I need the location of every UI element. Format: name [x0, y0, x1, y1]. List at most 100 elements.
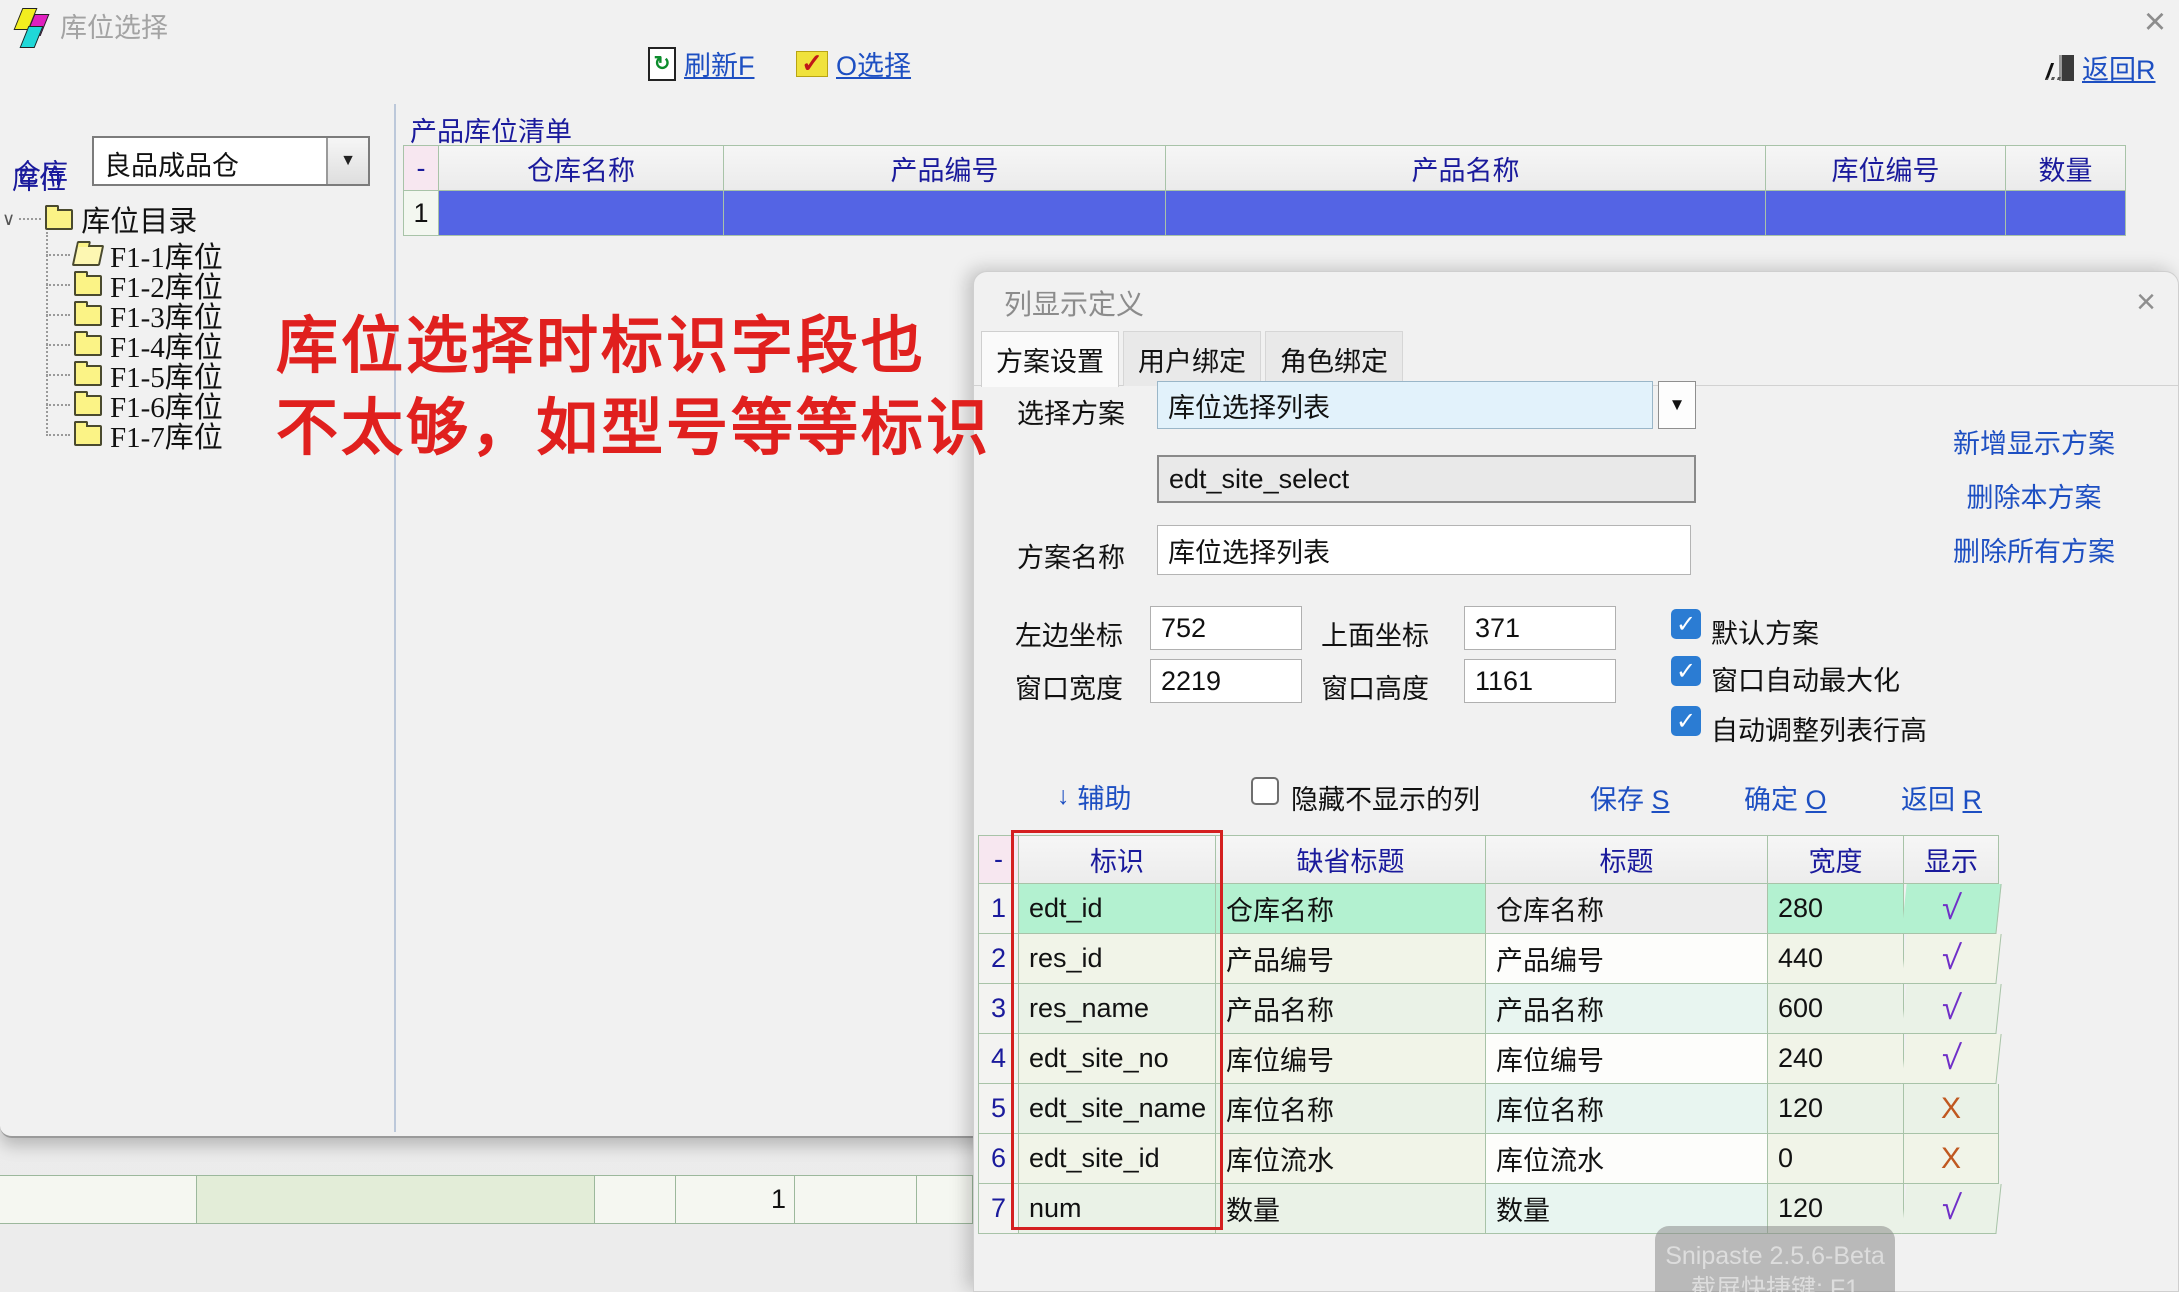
default-title-cell[interactable]: 产品编号 — [1216, 934, 1486, 984]
default-scheme-checkbox[interactable] — [1671, 609, 1701, 639]
chevron-down-icon[interactable]: ∨ — [2, 209, 15, 230]
select-label: O选择 — [836, 44, 911, 83]
annotation-line: 不太够，如型号等等标识 — [276, 388, 991, 470]
delete-scheme-link[interactable]: 删除本方案 — [1924, 476, 2144, 515]
table-cell[interactable] — [724, 191, 1166, 236]
window-height-label: 窗口高度 — [1321, 667, 1429, 706]
auto-row-height-checkbox[interactable] — [1671, 706, 1701, 736]
return-button[interactable]: 返回 R — [1901, 778, 1982, 817]
show-flag-cell[interactable]: X — [1904, 1084, 1999, 1134]
folder-icon — [74, 335, 102, 356]
refresh-label: 刷新F — [684, 44, 755, 83]
show-flag-cell[interactable]: √ — [1901, 1034, 2001, 1084]
title-cell[interactable]: 库位流水 — [1486, 1134, 1768, 1184]
auto-maximize-label: 窗口自动最大化 — [1711, 659, 1900, 698]
column-header[interactable]: 产品名称 — [1166, 146, 1766, 191]
back-button[interactable]: 返回R — [2048, 48, 2156, 87]
scheme-combo-arrow[interactable]: ▼ — [1658, 381, 1696, 429]
tab-scheme-settings[interactable]: 方案设置 — [981, 331, 1119, 387]
width-cell[interactable]: 0 — [1768, 1134, 1904, 1184]
save-label: 保存 — [1590, 785, 1652, 815]
window-height-input[interactable]: 1161 — [1464, 659, 1616, 703]
dialog-close-button[interactable]: × — [2126, 282, 2166, 322]
table-cell[interactable] — [439, 191, 724, 236]
dialog-title: 列显示定义 — [1004, 283, 1144, 323]
show-flag-cell[interactable]: √ — [1901, 884, 2001, 934]
scheme-combobox[interactable]: 库位选择列表 — [1157, 381, 1653, 429]
warehouse-combobox[interactable]: 良品成品仓 ▼ — [92, 136, 370, 186]
scheme-id-field[interactable]: edt_site_select — [1157, 455, 1696, 503]
red-annotation: 库位选择时标识字段也 不太够，如型号等等标识 — [276, 306, 991, 470]
tab-role-binding[interactable]: 角色绑定 — [1265, 331, 1403, 386]
table-cell[interactable] — [1766, 191, 2006, 236]
delete-all-schemes-link[interactable]: 删除所有方案 — [1924, 530, 2144, 569]
window-close-button[interactable]: × — [2133, 0, 2177, 44]
column-header[interactable]: 库位编号 — [1766, 146, 2006, 191]
save-button[interactable]: 保存 S — [1590, 778, 1670, 817]
width-cell[interactable]: 600 — [1768, 984, 1904, 1034]
show-flag-cell[interactable]: √ — [1901, 934, 2001, 984]
column-header[interactable]: 宽度 — [1768, 836, 1904, 884]
scheme-name-label: 方案名称 — [1017, 536, 1125, 575]
exit-door-icon — [2048, 53, 2074, 83]
auto-maximize-checkbox[interactable] — [1671, 656, 1701, 686]
select-icon: ✓ — [796, 51, 828, 77]
add-scheme-link[interactable]: 新增显示方案 — [1924, 422, 2144, 461]
warehouse-value: 良品成品仓 — [94, 138, 326, 184]
default-title-cell[interactable]: 仓库名称 — [1216, 884, 1486, 934]
column-header[interactable]: 标题 — [1486, 836, 1768, 884]
panel-splitter[interactable] — [394, 104, 396, 1132]
tree-item[interactable]: F1-7库位 — [46, 420, 223, 450]
default-title-cell[interactable]: 库位名称 — [1216, 1084, 1486, 1134]
footer-count-cell: 1 — [676, 1176, 795, 1223]
show-flag-cell[interactable]: √ — [1901, 984, 2001, 1034]
column-header[interactable]: 仓库名称 — [439, 146, 724, 191]
footer-cell — [917, 1176, 973, 1223]
width-cell[interactable]: 120 — [1768, 1084, 1904, 1134]
confirm-button[interactable]: 确定 O — [1744, 778, 1827, 817]
width-cell[interactable]: 440 — [1768, 934, 1904, 984]
default-title-cell[interactable]: 数量 — [1216, 1184, 1486, 1234]
column-header[interactable]: 产品编号 — [724, 146, 1166, 191]
top-coord-input[interactable]: 371 — [1464, 606, 1616, 650]
select-scheme-label: 选择方案 — [1017, 392, 1125, 431]
tree-root-item[interactable]: ∨ 库位目录 — [2, 204, 197, 234]
product-table-header: - 仓库名称 产品编号 产品名称 库位编号 数量 — [404, 146, 2126, 191]
column-header[interactable]: 显示 — [1904, 836, 1999, 884]
width-cell[interactable]: 280 — [1768, 884, 1904, 934]
column-header[interactable]: 数量 — [2006, 146, 2126, 191]
table-row[interactable]: 1 — [404, 191, 2126, 236]
column-header[interactable]: 缺省标题 — [1216, 836, 1486, 884]
hide-columns-checkbox[interactable] — [1251, 777, 1279, 805]
title-cell[interactable]: 仓库名称 — [1486, 884, 1768, 934]
table-cell[interactable] — [1166, 191, 1766, 236]
auto-row-height-label: 自动调整列表行高 — [1711, 709, 1927, 748]
folder-icon — [74, 395, 102, 416]
title-cell[interactable]: 产品名称 — [1486, 984, 1768, 1034]
combo-arrow-icon[interactable]: ▼ — [326, 138, 368, 184]
show-flag-cell[interactable]: X — [1904, 1134, 1999, 1184]
helper-button[interactable]: ↓ 辅助 — [1057, 777, 1132, 816]
left-coord-input[interactable]: 752 — [1150, 606, 1302, 650]
tab-user-binding[interactable]: 用户绑定 — [1123, 331, 1261, 386]
show-flag-cell[interactable]: √ — [1901, 1184, 2001, 1234]
row-number: 1 — [404, 191, 439, 236]
folder-icon — [74, 425, 102, 446]
scheme-name-input[interactable]: 库位选择列表 — [1157, 525, 1691, 575]
title-cell[interactable]: 库位名称 — [1486, 1084, 1768, 1134]
title-cell[interactable]: 库位编号 — [1486, 1034, 1768, 1084]
refresh-button[interactable]: ↻ 刷新F — [648, 44, 755, 83]
watermark-line: 截屏快捷键: F1 — [1691, 1273, 1859, 1292]
width-cell[interactable]: 240 — [1768, 1034, 1904, 1084]
default-title-cell[interactable]: 库位编号 — [1216, 1034, 1486, 1084]
column-header[interactable]: - — [404, 146, 439, 191]
table-cell[interactable] — [2006, 191, 2126, 236]
default-title-cell[interactable]: 库位流水 — [1216, 1134, 1486, 1184]
default-title-cell[interactable]: 产品名称 — [1216, 984, 1486, 1034]
window-width-input[interactable]: 2219 — [1150, 659, 1302, 703]
title-cell[interactable]: 产品编号 — [1486, 934, 1768, 984]
footer-cell — [197, 1176, 595, 1223]
app-icon — [12, 8, 48, 44]
back-label: 返回R — [2082, 48, 2156, 87]
select-button[interactable]: ✓ O选择 — [796, 44, 911, 83]
